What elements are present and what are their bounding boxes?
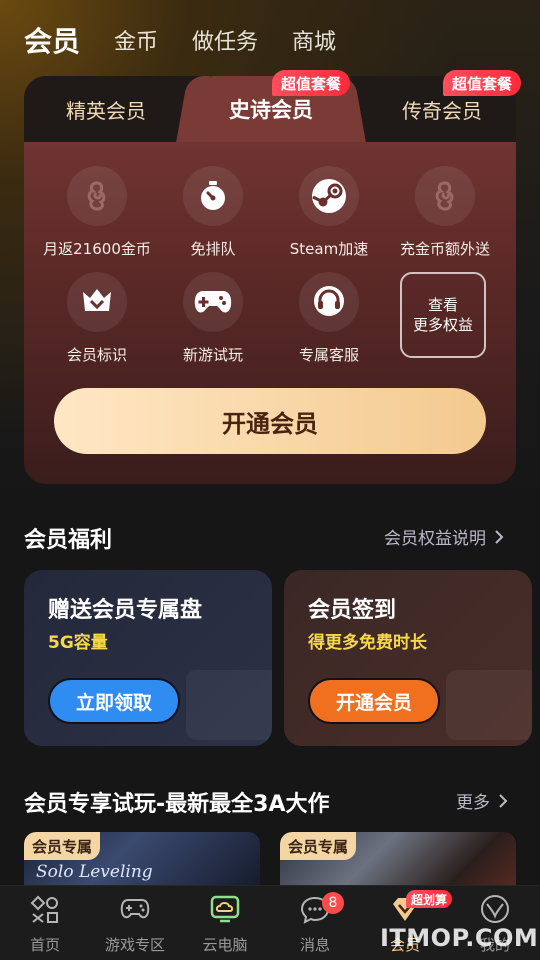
tier-badge-epic: 超值套餐 (272, 70, 351, 96)
welfare-section-title: 会员福利 (24, 528, 113, 553)
benefit-label: 会员标识 (66, 346, 127, 364)
game-card-2[interactable]: 会员专属 (280, 832, 516, 892)
gamepad-icon (183, 272, 243, 332)
headset-icon (299, 272, 359, 332)
nav-label: 游戏专区 (104, 936, 165, 954)
steam-icon (299, 166, 359, 226)
promo-card-checkin[interactable]: 会员签到 得更多免费时长 开通会员 (284, 570, 532, 746)
top-tab-bar: 会员 金币 做任务 商城 (24, 14, 336, 58)
welfare-info-link-label: 会员权益说明 (384, 529, 486, 549)
nav-label: 首页 (29, 936, 60, 954)
tab-membership[interactable]: 会员 (24, 28, 80, 58)
trial-section-title: 会员专享试玩-最新最全3A大作 (24, 792, 330, 817)
tab-coins[interactable]: 金币 (114, 32, 158, 58)
benefit-bonus-coins[interactable]: 充金币额外送 (390, 166, 500, 259)
deal-badge: 超划算 (406, 890, 453, 908)
crown-badge-icon (67, 272, 127, 332)
nav-games[interactable]: 游戏专区 (90, 886, 180, 960)
calendar-deco-icon (446, 670, 532, 740)
trial-more-link-label: 更多 (456, 793, 490, 813)
benefit-no-queue[interactable]: 免排队 (158, 166, 268, 259)
chevron-right-icon (495, 529, 504, 544)
nav-label: 云电脑 (202, 936, 248, 954)
benefit-label: 新游试玩 (182, 346, 243, 364)
benefit-label: 专属客服 (298, 346, 359, 364)
chevron-right-icon (499, 793, 508, 808)
welfare-info-link[interactable]: 会员权益说明 (384, 524, 504, 549)
promo-card-cloud-disk[interactable]: 赠送会员专属盘 5G容量 立即领取 (24, 570, 272, 746)
nav-label: 消息 (299, 936, 330, 954)
cloud-pc-icon (210, 895, 240, 923)
membership-card: 精英会员 史诗会员 传奇会员 月返21600金币 免排队 Steam加速 充金币… (24, 76, 516, 484)
gamepad-icon (120, 899, 150, 919)
cloud-deco-icon (186, 670, 272, 740)
open-membership-button[interactable]: 开通会员 (54, 388, 486, 454)
benefit-label: 月返21600金币 (43, 240, 151, 258)
nav-home[interactable]: 首页 (0, 886, 90, 960)
claim-now-button[interactable]: 立即领取 (48, 678, 180, 724)
open-membership-button-2[interactable]: 开通会员 (308, 678, 440, 724)
benefit-member-badge[interactable]: 会员标识 (42, 272, 152, 365)
home-grid-icon (30, 895, 58, 923)
game-card-solo-leveling[interactable]: 会员专属 Solo Leveling (24, 832, 260, 892)
coin-icon (67, 166, 127, 226)
tab-tasks[interactable]: 做任务 (192, 32, 258, 58)
nav-cloud-pc[interactable]: 云电脑 (180, 886, 270, 960)
member-exclusive-tag: 会员专属 (24, 832, 101, 860)
trial-more-link[interactable]: 更多 (456, 788, 508, 813)
benefit-label: Steam加速 (289, 240, 369, 258)
member-exclusive-tag: 会员专属 (280, 832, 357, 860)
benefit-steam-boost[interactable]: Steam加速 (274, 166, 384, 259)
tier-badge-legend: 超值套餐 (443, 70, 522, 96)
more-benefits-line1: 查看 (427, 296, 458, 314)
stopwatch-icon (183, 166, 243, 226)
promo-title: 赠送会员专属盘 (48, 598, 203, 623)
benefit-label: 免排队 (190, 240, 236, 258)
nav-messages[interactable]: 8 消息 (270, 886, 360, 960)
profile-icon (481, 895, 509, 923)
benefit-new-game-trial[interactable]: 新游试玩 (158, 272, 268, 365)
tier-tab-elite[interactable]: 精英会员 (24, 76, 188, 142)
watermark-text: ITMOP.COM (380, 924, 539, 952)
promo-subtitle: 得更多免费时长 (308, 633, 427, 653)
message-count-badge: 8 (322, 892, 344, 914)
promo-subtitle: 5G容量 (48, 633, 108, 653)
more-benefits-button[interactable]: 查看 更多权益 (400, 272, 486, 358)
coin-icon (415, 166, 475, 226)
benefit-exclusive-support[interactable]: 专属客服 (274, 272, 384, 365)
tier-tab-epic-label: 史诗会员 (229, 98, 313, 122)
tab-store[interactable]: 商城 (292, 32, 336, 58)
benefit-label: 充金币额外送 (399, 240, 490, 258)
more-benefits-line2: 更多权益 (412, 316, 473, 334)
promo-title: 会员签到 (308, 598, 397, 623)
benefit-monthly-coins[interactable]: 月返21600金币 (42, 166, 152, 259)
game-logo-text: Solo Leveling (36, 862, 153, 882)
